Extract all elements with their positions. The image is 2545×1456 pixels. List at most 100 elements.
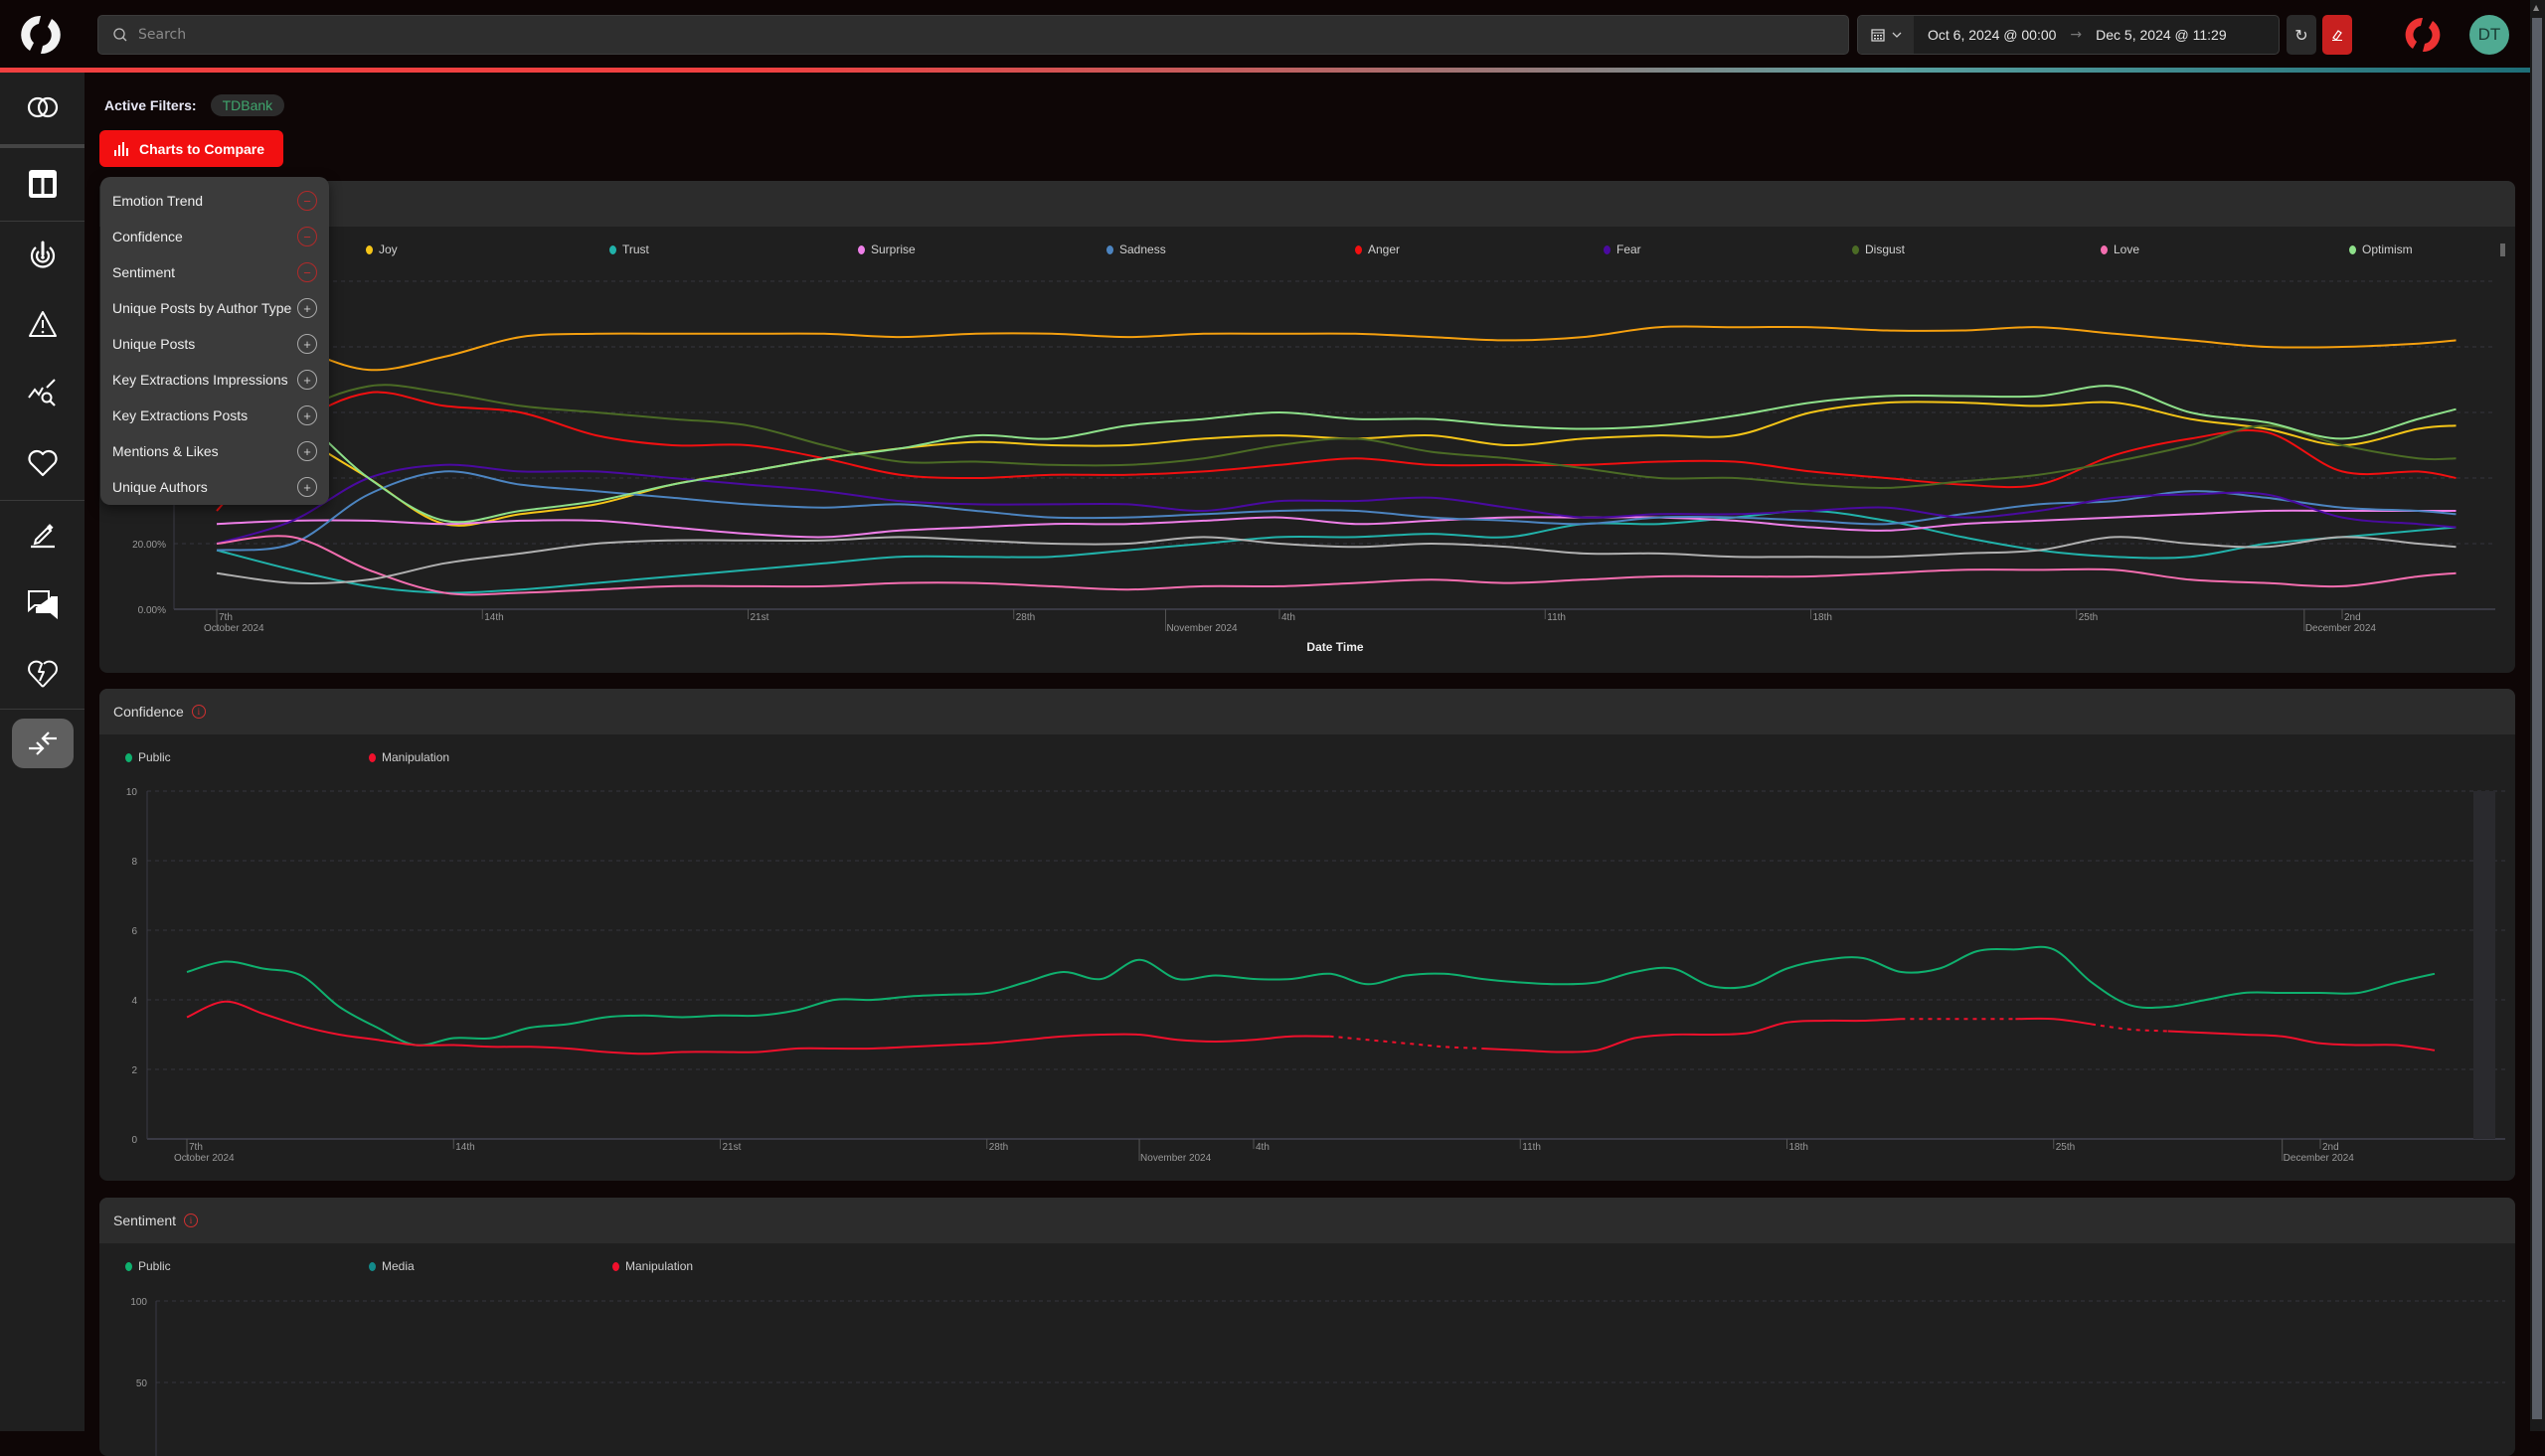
scrollbar-thumb[interactable] bbox=[2532, 18, 2542, 1419]
add-circle-icon[interactable]: + bbox=[297, 405, 317, 425]
sidebar-item-trend-search[interactable] bbox=[0, 359, 85, 428]
compare-active-pill[interactable] bbox=[12, 719, 74, 768]
sidebar-item-alerts-target[interactable] bbox=[0, 220, 85, 289]
app-logo-icon[interactable] bbox=[18, 12, 64, 58]
series-line-manipulation[interactable] bbox=[2015, 1019, 2092, 1025]
legend-dot bbox=[366, 245, 373, 254]
legend-item-trust[interactable]: Trust bbox=[609, 243, 649, 256]
add-circle-icon[interactable]: + bbox=[297, 441, 317, 461]
active-filters-label: Active Filters: bbox=[104, 97, 197, 113]
info-icon[interactable]: i bbox=[192, 705, 206, 719]
calendar-dropdown-button[interactable] bbox=[1858, 16, 1914, 54]
emotion-trend-header: Emotion Trend bbox=[99, 181, 2515, 227]
legend-item-manipulation[interactable]: Manipulation bbox=[612, 1259, 693, 1273]
sidebar bbox=[0, 73, 85, 1431]
legend-item-manipulation[interactable]: Manipulation bbox=[369, 750, 449, 764]
page-scrollbar[interactable]: ▲ bbox=[2530, 0, 2545, 1431]
series-line-manipulation-dashed[interactable] bbox=[1330, 1037, 1482, 1049]
broken-heart-icon bbox=[27, 658, 59, 690]
search-input[interactable] bbox=[138, 27, 1729, 43]
date-end[interactable]: Dec 5, 2024 @ 11:29 bbox=[2082, 27, 2240, 43]
remove-circle-icon[interactable]: − bbox=[297, 262, 317, 282]
legend-label: Media bbox=[382, 1259, 415, 1273]
menu-item-mentions-likes[interactable]: Mentions & Likes + bbox=[100, 433, 329, 469]
series-line-love[interactable] bbox=[217, 536, 2457, 594]
y-tick-label: 10 bbox=[126, 787, 138, 798]
add-circle-icon[interactable]: + bbox=[297, 298, 317, 318]
compare-arrows-icon bbox=[27, 729, 59, 757]
top-bar: Oct 6, 2024 @ 00:00 → Dec 5, 2024 @ 11:2… bbox=[0, 0, 2530, 70]
legend-scroll-thumb[interactable] bbox=[2500, 243, 2505, 256]
x-tick-label: 7th bbox=[219, 612, 233, 623]
series-line-fear[interactable] bbox=[217, 465, 2457, 544]
legend-item-surprise[interactable]: Surprise bbox=[858, 243, 916, 256]
legend-item-sadness[interactable]: Sadness bbox=[1106, 243, 1166, 256]
add-circle-icon[interactable]: + bbox=[297, 477, 317, 497]
remove-circle-icon[interactable]: − bbox=[297, 227, 317, 246]
y-tick-label: 2 bbox=[131, 1065, 137, 1076]
sidebar-item-favorites[interactable] bbox=[0, 428, 85, 498]
x-tick-label: 2nd bbox=[2344, 612, 2361, 623]
clear-filters-button[interactable] bbox=[2322, 15, 2352, 55]
chart-scrollbar[interactable] bbox=[2473, 791, 2495, 1139]
x-tick-label: 18th bbox=[1789, 1142, 1808, 1153]
legend-item-media[interactable]: Media bbox=[369, 1259, 415, 1273]
sidebar-item-warnings[interactable] bbox=[0, 289, 85, 359]
legend-dot bbox=[612, 1262, 619, 1271]
y-tick-label: 8 bbox=[131, 857, 137, 868]
remove-circle-icon[interactable]: − bbox=[297, 191, 317, 211]
menu-item-key-extractions-posts[interactable]: Key Extractions Posts+ bbox=[100, 398, 329, 433]
legend-label: Surprise bbox=[871, 243, 916, 256]
add-circle-icon[interactable]: + bbox=[297, 334, 317, 354]
legend-item-disgust[interactable]: Disgust bbox=[1852, 243, 1905, 256]
series-line-manipulation[interactable] bbox=[187, 1002, 1330, 1054]
sidebar-item-conversations[interactable] bbox=[0, 569, 85, 639]
series-line-manipulation-dashed[interactable] bbox=[2092, 1025, 2168, 1032]
menu-item-confidence[interactable]: Confidence− bbox=[100, 219, 329, 254]
series-line-public[interactable] bbox=[187, 947, 2435, 1046]
search-bar[interactable] bbox=[97, 15, 1849, 55]
series-line-surprise[interactable] bbox=[217, 511, 2457, 538]
add-circle-icon[interactable]: + bbox=[297, 370, 317, 390]
chevron-down-icon bbox=[1892, 31, 1902, 39]
sentiment-header: Sentiment i bbox=[99, 1198, 2515, 1243]
legend-item-optimism[interactable]: Optimism bbox=[2349, 243, 2413, 256]
user-avatar[interactable]: DT bbox=[2469, 15, 2509, 55]
sidebar-item-layout[interactable] bbox=[0, 149, 85, 219]
legend-scrollbar[interactable] bbox=[2500, 239, 2505, 260]
y-tick-label: 0 bbox=[131, 1135, 137, 1146]
legend-item-anger[interactable]: Anger bbox=[1355, 243, 1400, 256]
legend-label: Public bbox=[138, 1259, 171, 1273]
scroll-up-icon[interactable]: ▲ bbox=[2533, 3, 2539, 12]
legend-item-love[interactable]: Love bbox=[2101, 243, 2139, 256]
refresh-button[interactable]: ↻ bbox=[2287, 15, 2316, 55]
series-line-manipulation[interactable] bbox=[1482, 1019, 1902, 1052]
menu-item-emotion-trend[interactable]: Emotion Trend − bbox=[100, 183, 329, 219]
series-line-manipulation[interactable] bbox=[2168, 1032, 2435, 1051]
menu-item-unique-posts[interactable]: Unique Posts+ bbox=[100, 326, 329, 362]
panel-title: Sentiment bbox=[113, 1213, 176, 1228]
date-start[interactable]: Oct 6, 2024 @ 00:00 bbox=[1914, 27, 2070, 43]
legend-item-public[interactable]: Public bbox=[125, 750, 171, 764]
legend-label: Disgust bbox=[1865, 243, 1905, 256]
menu-item-sentiment[interactable]: Sentiment− bbox=[100, 254, 329, 290]
menu-item-unique-posts-by-author-type[interactable]: Unique Posts by Author Type+ bbox=[100, 290, 329, 326]
sidebar-item-compare[interactable] bbox=[0, 709, 85, 778]
date-range-picker[interactable]: Oct 6, 2024 @ 00:00 → Dec 5, 2024 @ 11:2… bbox=[1857, 15, 2280, 55]
legend-item-public[interactable]: Public bbox=[125, 1259, 171, 1273]
sidebar-item-broken-heart[interactable] bbox=[0, 639, 85, 709]
menu-item-unique-authors[interactable]: Unique Authors+ bbox=[100, 469, 329, 505]
info-icon[interactable]: i bbox=[184, 1213, 198, 1227]
legend-label: Love bbox=[2114, 243, 2139, 256]
legend-item-fear[interactable]: Fear bbox=[1604, 243, 1641, 256]
menu-item-label: Emotion Trend bbox=[112, 193, 203, 209]
filter-chip[interactable]: TDBank bbox=[211, 94, 285, 116]
sidebar-item-overlap[interactable] bbox=[0, 73, 85, 142]
menu-item-key-extractions-impressions[interactable]: Key Extractions Impressions+ bbox=[100, 362, 329, 398]
sidebar-item-edit[interactable] bbox=[0, 500, 85, 569]
legend-item-joy[interactable]: Joy bbox=[366, 243, 398, 256]
brand-icon[interactable] bbox=[2403, 15, 2443, 55]
charts-to-compare-button[interactable]: Charts to Compare bbox=[99, 130, 283, 167]
series-line-unlisted-orange-[interactable] bbox=[217, 326, 2457, 370]
menu-item-label: Mentions & Likes bbox=[112, 443, 219, 459]
